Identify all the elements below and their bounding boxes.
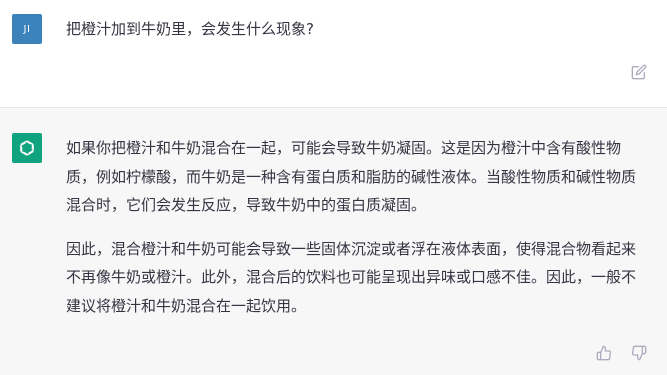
thumbs-down-icon[interactable] — [631, 345, 647, 361]
assistant-avatar — [12, 133, 42, 163]
user-avatar: JI — [12, 14, 42, 44]
user-avatar-initials: JI — [23, 23, 31, 35]
assistant-paragraph: 如果你把橙汁和牛奶混合在一起，可能会导致牛奶凝固。这是因为橙汁中含有酸性物质，例… — [66, 139, 637, 214]
thumbs-up-icon[interactable] — [596, 345, 612, 361]
assistant-message: 如果你把橙汁和牛奶混合在一起，可能会导致牛奶凝固。这是因为橙汁中含有酸性物质，例… — [0, 108, 667, 375]
edit-icon[interactable] — [631, 64, 647, 80]
chat-thread: JI 把橙汁加到牛奶里，会发生什么现象? 如果你把橙汁和牛奶混合在一起，可能会导 — [0, 0, 667, 375]
assistant-message-text: 如果你把橙汁和牛奶混合在一起，可能会导致牛奶凝固。这是因为橙汁中含有酸性物质，例… — [66, 134, 648, 335]
openai-logo-icon — [20, 140, 34, 156]
assistant-paragraph: 因此，混合橙汁和牛奶可能会导致一些固体沉淀或者浮在液体表面，使得混合物看起来不再… — [66, 239, 637, 315]
user-message-text: 把橙汁加到牛奶里，会发生什么现象? — [66, 20, 314, 38]
user-message: JI 把橙汁加到牛奶里，会发生什么现象? — [0, 0, 667, 108]
